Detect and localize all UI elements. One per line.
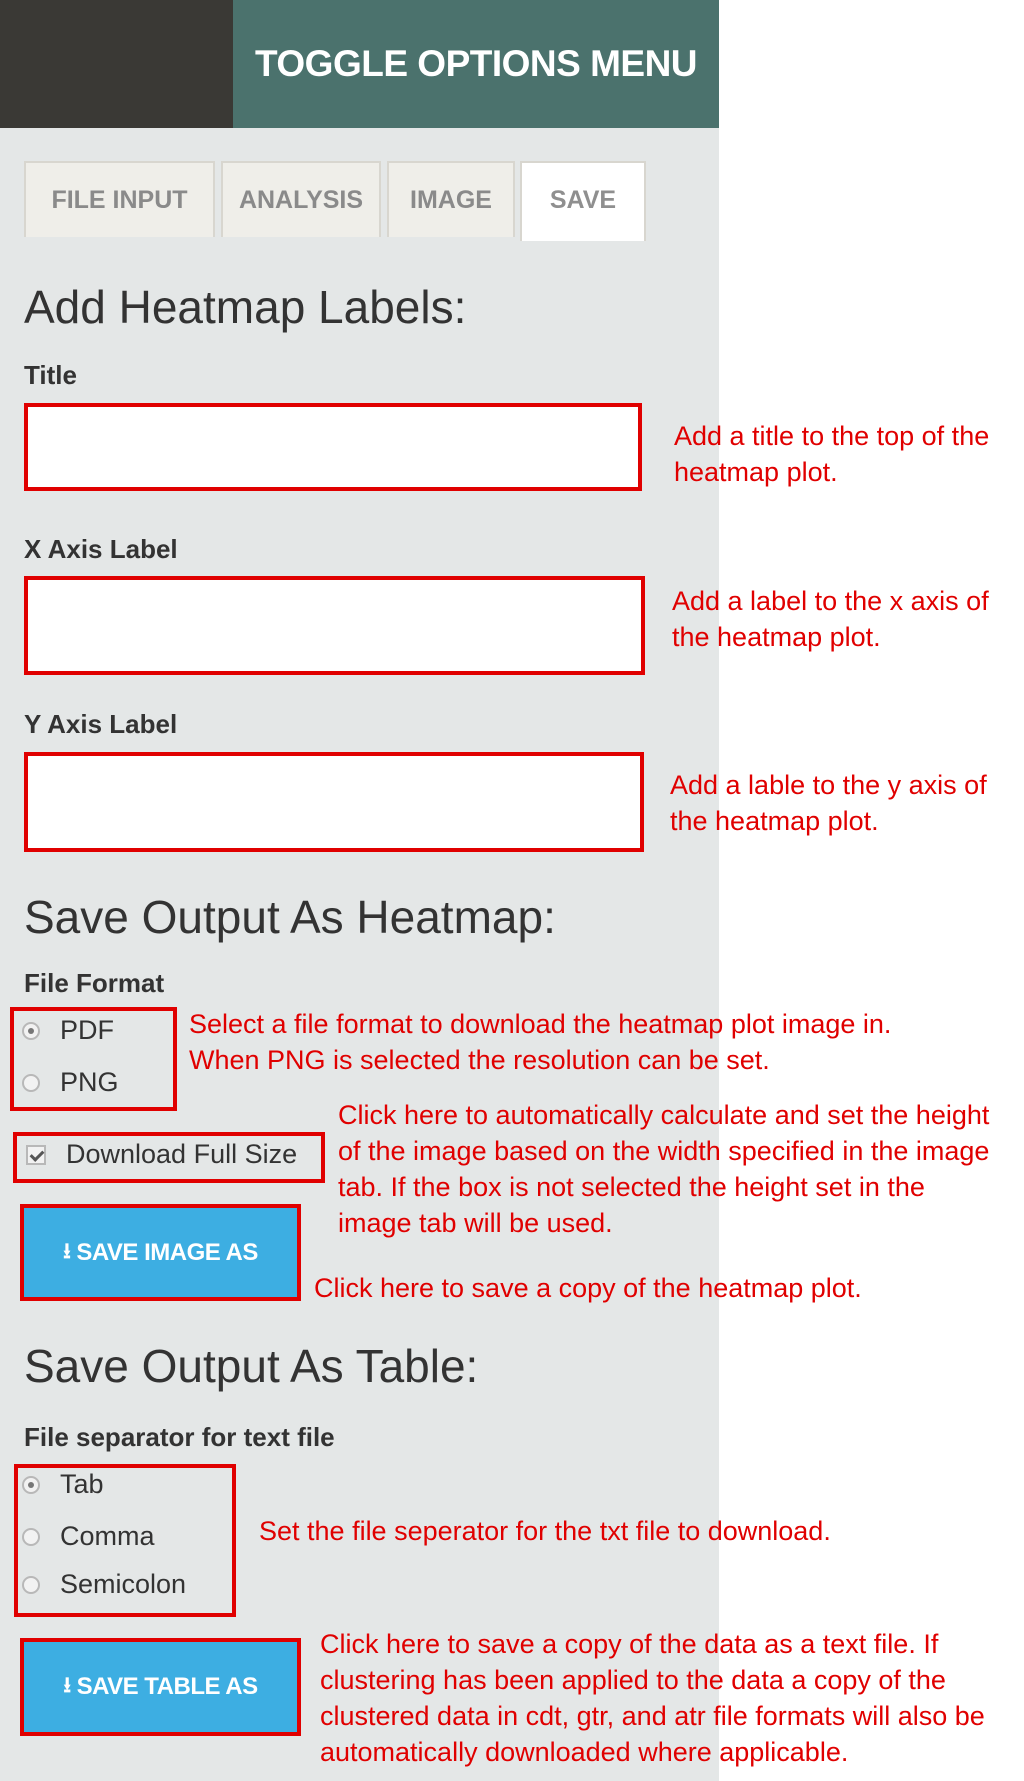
note-line: clustering has been applied to the data …: [320, 1665, 946, 1695]
title-field-label: Title: [24, 360, 77, 390]
tab-analysis[interactable]: ANALYSIS: [221, 161, 381, 237]
note-line: image tab will be used.: [338, 1208, 613, 1238]
full-size-note: Click here to automatically calculate an…: [338, 1097, 989, 1241]
note-line: the heatmap plot.: [672, 622, 881, 652]
tab-file-input[interactable]: FILE INPUT: [24, 161, 215, 237]
note-line: Set the file seperator for the txt file …: [259, 1516, 831, 1546]
separator-option-label: Tab: [60, 1469, 104, 1499]
title-note: Add a title to the top of the heatmap pl…: [674, 418, 989, 490]
separator-option-label: Comma: [60, 1521, 155, 1551]
table-section-heading: Save Output As Table:: [24, 1340, 479, 1392]
x-axis-field: [24, 576, 645, 675]
note-line: tab. If the box is not selected the heig…: [338, 1172, 925, 1202]
separator-option-tab[interactable]: Tab: [22, 1469, 104, 1500]
format-option-png[interactable]: PNG: [22, 1067, 119, 1098]
download-full-size-option[interactable]: Download Full Size: [26, 1139, 297, 1170]
save-table-note: Click here to save a copy of the data as…: [320, 1626, 985, 1770]
download-icon: ⭳: [63, 1672, 71, 1697]
note-line: Select a file format to download the hea…: [189, 1009, 892, 1039]
title-field: [24, 403, 642, 491]
download-full-size-label: Download Full Size: [66, 1139, 298, 1169]
note-line: the heatmap plot.: [670, 806, 879, 836]
radio-png[interactable]: [22, 1073, 40, 1092]
tab-save[interactable]: SAVE: [520, 161, 646, 241]
labels-section-heading: Add Heatmap Labels:: [24, 281, 467, 333]
save-image-note: Click here to save a copy of the heatmap…: [314, 1270, 862, 1306]
y-axis-note: Add a lable to the y axis of the heatmap…: [670, 767, 987, 839]
save-table-as-button[interactable]: ⭳ SAVE TABLE AS: [20, 1638, 301, 1736]
note-line: Click here to save a copy of the data as…: [320, 1629, 939, 1659]
heatmap-section-heading: Save Output As Heatmap:: [24, 891, 556, 943]
note-line: heatmap plot.: [674, 457, 838, 487]
file-format-label: File Format: [24, 968, 165, 998]
tab-image[interactable]: IMAGE: [387, 161, 515, 237]
note-line: clustered data in cdt, gtr, and atr file…: [320, 1701, 985, 1731]
separator-option-comma[interactable]: Comma: [22, 1521, 155, 1552]
title-input[interactable]: [28, 407, 638, 487]
format-option-pdf[interactable]: PDF: [22, 1015, 114, 1046]
x-axis-note: Add a label to the x axis of the heatmap…: [672, 583, 989, 655]
y-axis-field: [24, 752, 644, 852]
x-axis-label-input[interactable]: [28, 580, 641, 671]
toggle-options-menu-button[interactable]: TOGGLE OPTIONS MENU: [233, 0, 719, 128]
note-line: automatically downloaded where applicabl…: [320, 1737, 849, 1767]
note-line: of the image based on the width specifie…: [338, 1136, 990, 1166]
file-format-note: Select a file format to download the hea…: [189, 1006, 891, 1078]
header-left-block: [0, 0, 233, 128]
note-line: Click here to save a copy of the heatmap…: [314, 1273, 862, 1303]
save-image-as-button[interactable]: ⭳ SAVE IMAGE AS: [20, 1204, 301, 1301]
note-line: Add a label to the x axis of: [672, 586, 989, 616]
separator-option-semicolon[interactable]: Semicolon: [22, 1569, 186, 1600]
save-table-as-label: SAVE TABLE AS: [76, 1673, 259, 1700]
file-separator-note: Set the file seperator for the txt file …: [259, 1513, 831, 1549]
radio-semicolon[interactable]: [22, 1575, 40, 1594]
save-image-as-label: SAVE IMAGE AS: [76, 1238, 258, 1266]
download-icon: ⭳: [63, 1237, 71, 1263]
note-line: When PNG is selected the resolution can …: [189, 1045, 770, 1075]
radio-comma[interactable]: [22, 1527, 40, 1546]
x-axis-field-label: X Axis Label: [24, 534, 178, 564]
note-line: Add a title to the top of the: [674, 421, 990, 451]
format-option-label: PDF: [60, 1015, 114, 1045]
y-axis-label-input[interactable]: [28, 756, 640, 848]
download-full-size-checkbox[interactable]: [26, 1144, 46, 1165]
note-line: Add a lable to the y axis of: [670, 770, 987, 800]
radio-tab[interactable]: [22, 1475, 40, 1494]
format-option-label: PNG: [60, 1067, 119, 1097]
separator-option-label: Semicolon: [60, 1569, 187, 1599]
radio-pdf[interactable]: [22, 1021, 40, 1040]
y-axis-field-label: Y Axis Label: [24, 709, 178, 739]
file-separator-label: File separator for text file: [24, 1422, 335, 1452]
note-line: Click here to automatically calculate an…: [338, 1100, 990, 1130]
